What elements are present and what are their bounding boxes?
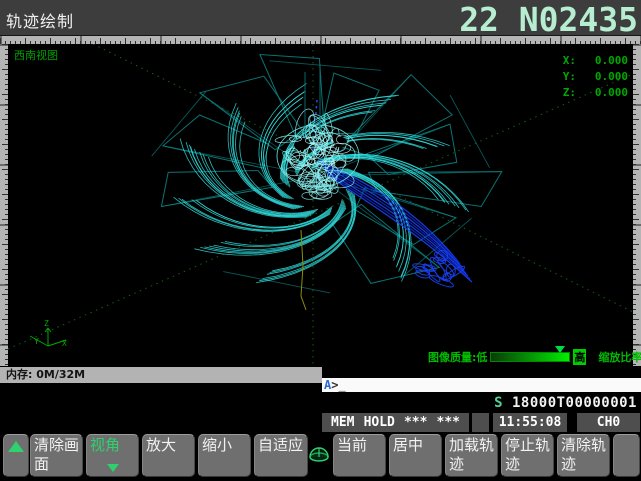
image-quality-control: 图像质量: 低 高 缩放比率: ×1.333 [428,349,641,365]
readout-row-x: X: 0.000 [563,53,628,69]
toolpath-canvas[interactable]: ZY X [8,44,633,366]
softkey-label: 加载轨迹 [449,436,494,473]
mode-hold: HOLD [364,413,395,432]
trace-plot-viewport[interactable]: ZY X 西南视图 X: 0.000 Y: 0.000 Z: 0.000 图像质量… [8,44,633,366]
readout-row-z: Z: 0.000 [563,85,628,101]
softkey-zoom-in[interactable]: 放大 [142,434,195,477]
softkey-label: 自适应 [258,436,303,454]
view-orientation-label: 西南视图 [14,47,58,63]
status-spacer-box [472,413,489,432]
softkey-stop-trace[interactable]: 停止轨迹 [501,434,554,477]
svg-text:Y: Y [34,337,39,346]
softkey-label: 视角 [90,436,120,454]
svg-text:Z: Z [44,319,49,328]
softkey-page-up[interactable] [3,434,29,477]
program-line-counter: 22 N02435 [459,0,638,39]
softkey-clear-screen[interactable]: 清除画面 [30,434,83,477]
spindle-tool-readout: S 18000T00000001 [494,395,637,411]
y-axis-value: 0.000 [576,69,628,85]
softkey-label: 停止轨迹 [505,436,550,473]
quality-low-label: 低 [476,349,487,365]
cnc-screen: 轨迹绘制 22 N02435 ZY X 西南视图 X: 0.000 Y: 0.00… [0,0,641,481]
position-readout: X: 0.000 Y: 0.000 Z: 0.000 [563,53,628,101]
zoom-ratio-label: 缩放比率: [598,349,641,365]
softkey-label: 清除轨迹 [561,436,606,473]
softkey-label: 放大 [146,436,176,454]
memory-usage-bar: 内存: 0M/32M [0,367,322,383]
ruler-vertical-left [0,44,8,366]
triangle-down-icon [107,464,119,472]
title-bar: 轨迹绘制 22 N02435 [0,0,641,36]
ruler-horizontal [0,36,641,44]
mode-mem: MEM [331,413,354,432]
quality-slider-marker[interactable] [555,346,565,358]
softkey-label: 缩小 [202,436,232,454]
z-axis-value: 0.000 [576,85,628,101]
mode-flag-2: *** [437,413,460,432]
readout-row-y: Y: 0.000 [563,69,628,85]
softkey-label: 当前 [337,436,367,454]
channel-indicator: CH0 [577,413,640,432]
mode-flag-1: *** [404,413,427,432]
quality-high-label: 高 [573,349,586,365]
x-axis-value: 0.000 [576,53,628,69]
spindle-s-label: S [494,395,503,411]
page-title: 轨迹绘制 [6,8,74,32]
quality-slider[interactable] [490,352,570,362]
softkey-label: 居中 [393,436,423,454]
x-axis-label: X: [563,53,576,69]
command-line-input[interactable]: A>_ [322,378,641,392]
softkey-label: 清除画面 [34,436,79,473]
softkey-auto-fit[interactable]: 自适应 [254,434,308,477]
svg-text:X: X [62,339,67,348]
machine-mode-status: MEM HOLD *** *** [322,413,469,432]
softkey-blank[interactable] [613,434,640,477]
softkey-center[interactable]: 居中 [389,434,442,477]
command-cursor: _ [338,378,345,392]
triangle-up-icon [8,441,24,452]
softkey-view-angle[interactable]: 视角 [86,434,139,477]
z-axis-label: Z: [563,85,576,101]
softkey-zoom-out[interactable]: 缩小 [198,434,251,477]
softkey-current[interactable]: 当前 [333,434,386,477]
view-orientation-icon [308,443,332,465]
clock: 11:55:08 [493,413,567,432]
softkey-load-trace[interactable]: 加载轨迹 [445,434,498,477]
quality-label: 图像质量: [428,349,476,365]
y-axis-label: Y: [563,69,576,85]
softkey-clear-trace[interactable]: 清除轨迹 [557,434,610,477]
ruler-vertical-right [633,44,641,366]
spindle-tool-value: 18000T00000001 [512,395,637,411]
